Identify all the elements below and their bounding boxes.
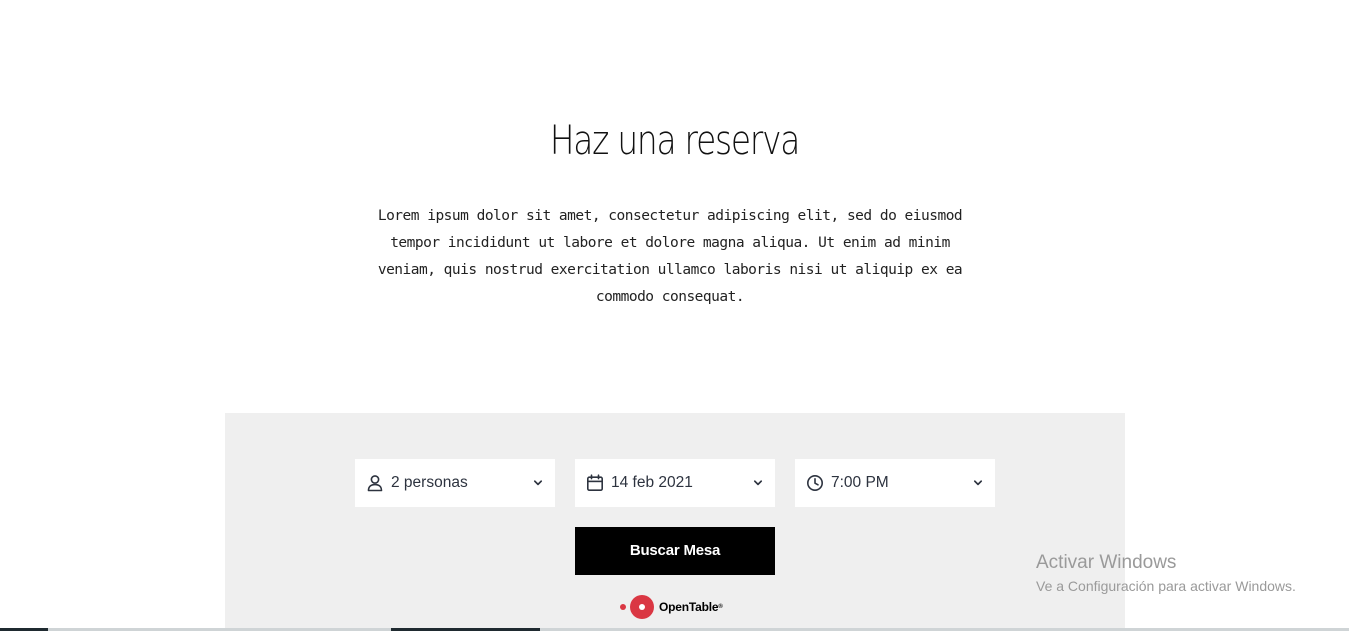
opentable-trademark: ® xyxy=(718,604,723,610)
time-value: 7:00 PM xyxy=(831,474,889,491)
chevron-down-icon xyxy=(973,480,983,486)
party-size-value: 2 personas xyxy=(391,474,468,491)
windows-activation-watermark: Activar Windows Ve a Configuración para … xyxy=(1036,552,1296,597)
opentable-wordmark: OpenTable® xyxy=(659,598,723,616)
date-select[interactable]: 14 feb 2021 xyxy=(575,459,775,507)
page-title: Haz una reserva xyxy=(549,118,800,164)
section-description: Lorem ipsum dolor sit amet, consectetur … xyxy=(377,208,963,305)
date-value: 14 feb 2021 xyxy=(611,474,693,491)
user-icon xyxy=(367,475,383,492)
page: Haz una reserva Lorem ipsum dolor sit am… xyxy=(0,0,1349,631)
opentable-dot-icon xyxy=(620,604,626,610)
watermark-subtitle: Ve a Configuración para activar Windows. xyxy=(1036,578,1296,594)
reservation-widget: 2 personas 14 feb 2021 7:00 PM Buscar Me… xyxy=(225,413,1125,631)
chevron-down-icon xyxy=(533,480,543,486)
clock-icon xyxy=(807,475,823,491)
chevron-down-icon xyxy=(753,480,763,486)
opentable-logo[interactable]: OpenTable® xyxy=(620,595,740,619)
time-select[interactable]: 7:00 PM xyxy=(795,459,995,507)
calendar-icon xyxy=(586,474,603,492)
opentable-name: OpenTable xyxy=(659,600,719,614)
party-size-select[interactable]: 2 personas xyxy=(355,459,555,507)
opentable-logo-icon xyxy=(630,595,654,619)
watermark-title: Activar Windows xyxy=(1036,552,1177,573)
search-table-button[interactable]: Buscar Mesa xyxy=(575,527,775,575)
